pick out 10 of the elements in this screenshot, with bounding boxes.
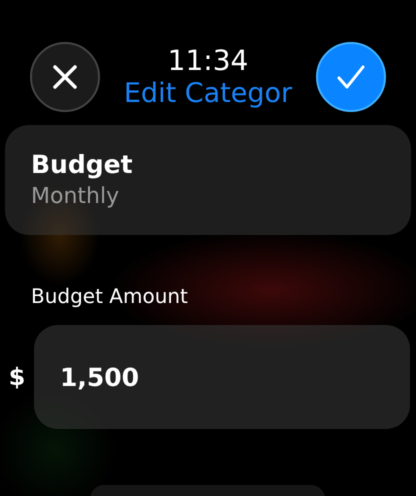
close-icon xyxy=(52,64,78,90)
checkmark-icon xyxy=(336,64,366,90)
row-value: Monthly xyxy=(31,183,120,211)
amount-field[interactable]: 1,500 xyxy=(34,325,410,429)
currency-symbol: $ xyxy=(8,363,26,391)
budget-period-row[interactable]: Budget Monthly xyxy=(5,125,411,235)
screen-title: Edit Categor xyxy=(124,78,292,110)
section-label: Budget Amount xyxy=(31,283,189,309)
clock-time: 11:34 xyxy=(168,44,248,78)
row-label: Budget xyxy=(31,149,134,181)
